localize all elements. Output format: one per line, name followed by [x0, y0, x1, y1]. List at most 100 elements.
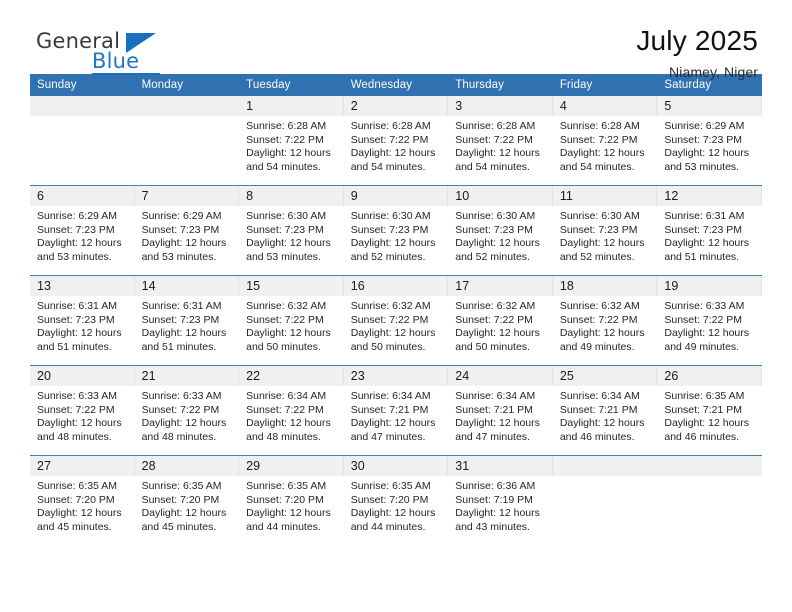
sunrise-text: Sunrise: 6:32 AM	[559, 300, 640, 312]
sunrise-text: Sunrise: 6:33 AM	[37, 390, 117, 402]
sunrise-text: Sunrise: 6:28 AM	[246, 120, 327, 132]
daylight-text: Daylight: 12 hours and 53 minutes.	[664, 147, 750, 173]
day-cell-content: 11 Sunrise: 6:30 AM Sunset: 7:23 PM Dayligh…	[552, 186, 658, 275]
sunset-text: Sunset: 7:23 PM	[559, 223, 638, 236]
day-details: Sunrise: 6:28 AM Sunset: 7:22 PM Daylight:…	[448, 116, 553, 174]
day-cell-content: 28 Sunrise: 6:35 AM Sunset: 7:20 PM Dayligh…	[134, 456, 240, 545]
calendar-day-cell[interactable]: 23 Sunrise: 6:34 AM Sunset: 7:21 PM Dayligh…	[343, 365, 449, 456]
weekday-header-thursday: Thursday	[448, 74, 553, 96]
day-details: Sunrise: 6:35 AM Sunset: 7:20 PM Daylight:…	[135, 476, 240, 534]
calendar-day-cell[interactable]: 16 Sunrise: 6:32 AM Sunset: 7:22 PM Dayligh…	[343, 275, 449, 366]
calendar-day-cell[interactable]: 4 Sunrise: 6:28 AM Sunset: 7:22 PM Daylight…	[552, 96, 658, 186]
sunset-text: Sunset: 7:22 PM	[350, 313, 429, 326]
calendar-day-cell[interactable]: 1 Sunrise: 6:28 AM Sunset: 7:22 PM Daylight…	[239, 96, 344, 186]
day-cell-content: 30 Sunrise: 6:35 AM Sunset: 7:20 PM Dayligh…	[343, 456, 449, 545]
calendar-week-row: 1 Sunrise: 6:28 AM Sunset: 7:22 PM Daylight…	[30, 96, 762, 186]
sunset-text: Sunset: 7:22 PM	[246, 313, 324, 326]
day-details: Sunrise: 6:32 AM Sunset: 7:22 PM Daylight:…	[448, 296, 553, 354]
daylight-text: Daylight: 12 hours and 46 minutes.	[664, 417, 750, 443]
day-details: Sunrise: 6:28 AM Sunset: 7:22 PM Daylight:…	[553, 116, 658, 174]
daylight-text: Daylight: 12 hours and 52 minutes.	[559, 237, 645, 263]
day-cell-empty	[134, 96, 240, 185]
sunrise-text: Sunrise: 6:36 AM	[455, 480, 536, 492]
logo-underline	[92, 73, 160, 75]
calendar-day-cell	[657, 455, 762, 545]
sunrise-text: Sunrise: 6:33 AM	[141, 390, 222, 402]
sunrise-text: Sunrise: 6:30 AM	[350, 210, 431, 222]
daylight-text: Daylight: 12 hours and 50 minutes.	[246, 327, 331, 353]
day-number	[134, 96, 240, 116]
calendar-page: General Blue July 2025 Niamey, Niger Sun…	[0, 0, 792, 612]
calendar-day-cell[interactable]: 8 Sunrise: 6:30 AM Sunset: 7:23 PM Daylight…	[239, 185, 344, 276]
daylight-text: Daylight: 12 hours and 45 minutes.	[141, 507, 227, 533]
calendar-day-cell[interactable]: 27 Sunrise: 6:35 AM Sunset: 7:20 PM Dayligh…	[30, 455, 135, 545]
calendar-week-row: 13 Sunrise: 6:31 AM Sunset: 7:23 PM Dayligh…	[30, 275, 762, 366]
day-cell-content: 8 Sunrise: 6:30 AM Sunset: 7:23 PM Daylight…	[239, 186, 344, 275]
day-number: 31	[448, 456, 553, 476]
day-number: 24	[448, 366, 553, 386]
day-number: 22	[239, 366, 344, 386]
sunrise-text: Sunrise: 6:35 AM	[350, 480, 431, 492]
day-number: 20	[30, 366, 135, 386]
daylight-text: Daylight: 12 hours and 50 minutes.	[455, 327, 540, 353]
day-cell-content: 9 Sunrise: 6:30 AM Sunset: 7:23 PM Daylight…	[343, 186, 449, 275]
day-cell-content: 10 Sunrise: 6:30 AM Sunset: 7:23 PM Dayligh…	[448, 186, 553, 275]
day-cell-content: 15 Sunrise: 6:32 AM Sunset: 7:22 PM Dayligh…	[239, 276, 344, 365]
day-number	[657, 456, 762, 476]
day-number: 19	[657, 276, 762, 296]
logo-text-blue: Blue	[92, 49, 140, 73]
calendar-day-cell[interactable]: 9 Sunrise: 6:30 AM Sunset: 7:23 PM Daylight…	[343, 185, 449, 276]
calendar-day-cell[interactable]: 29 Sunrise: 6:35 AM Sunset: 7:20 PM Dayligh…	[239, 455, 344, 545]
daylight-text: Daylight: 12 hours and 51 minutes.	[664, 237, 750, 263]
calendar-day-cell[interactable]: 21 Sunrise: 6:33 AM Sunset: 7:22 PM Dayligh…	[134, 365, 240, 456]
calendar-day-cell[interactable]: 13 Sunrise: 6:31 AM Sunset: 7:23 PM Dayligh…	[30, 275, 135, 366]
day-details: Sunrise: 6:29 AM Sunset: 7:23 PM Daylight:…	[657, 116, 762, 174]
calendar-day-cell[interactable]: 7 Sunrise: 6:29 AM Sunset: 7:23 PM Daylight…	[134, 185, 240, 276]
calendar-day-cell[interactable]: 18 Sunrise: 6:32 AM Sunset: 7:22 PM Dayligh…	[552, 275, 658, 366]
day-number: 4	[552, 96, 658, 116]
sunset-text: Sunset: 7:19 PM	[455, 493, 533, 506]
day-cell-content: 17 Sunrise: 6:32 AM Sunset: 7:22 PM Dayligh…	[448, 276, 553, 365]
sunset-text: Sunset: 7:23 PM	[664, 223, 743, 236]
daylight-text: Daylight: 12 hours and 54 minutes.	[350, 147, 436, 173]
calendar-day-cell[interactable]: 26 Sunrise: 6:35 AM Sunset: 7:21 PM Dayligh…	[657, 365, 762, 456]
calendar-day-cell[interactable]: 6 Sunrise: 6:29 AM Sunset: 7:23 PM Daylight…	[30, 185, 135, 276]
day-number: 2	[343, 96, 449, 116]
day-number: 28	[134, 456, 240, 476]
calendar-week-row: 20 Sunrise: 6:33 AM Sunset: 7:22 PM Dayligh…	[30, 365, 762, 456]
calendar-day-cell[interactable]: 5 Sunrise: 6:29 AM Sunset: 7:23 PM Daylight…	[657, 96, 762, 186]
calendar-day-cell[interactable]: 14 Sunrise: 6:31 AM Sunset: 7:23 PM Dayligh…	[134, 275, 240, 366]
calendar-day-cell[interactable]: 19 Sunrise: 6:33 AM Sunset: 7:22 PM Dayligh…	[657, 275, 762, 366]
calendar-day-cell[interactable]: 30 Sunrise: 6:35 AM Sunset: 7:20 PM Dayligh…	[343, 455, 449, 545]
sunset-text: Sunset: 7:21 PM	[664, 403, 743, 416]
calendar-day-cell[interactable]: 3 Sunrise: 6:28 AM Sunset: 7:22 PM Daylight…	[448, 96, 553, 186]
calendar-day-cell[interactable]: 10 Sunrise: 6:30 AM Sunset: 7:23 PM Dayligh…	[448, 185, 553, 276]
daylight-text: Daylight: 12 hours and 47 minutes.	[455, 417, 540, 443]
calendar-day-cell[interactable]: 24 Sunrise: 6:34 AM Sunset: 7:21 PM Dayligh…	[448, 365, 553, 456]
daylight-text: Daylight: 12 hours and 51 minutes.	[37, 327, 122, 353]
calendar-day-cell[interactable]: 11 Sunrise: 6:30 AM Sunset: 7:23 PM Dayligh…	[552, 185, 658, 276]
weekday-header-monday: Monday	[134, 74, 240, 96]
day-cell-content: 13 Sunrise: 6:31 AM Sunset: 7:23 PM Dayligh…	[30, 276, 135, 365]
calendar-day-cell[interactable]: 2 Sunrise: 6:28 AM Sunset: 7:22 PM Daylight…	[343, 96, 449, 186]
day-details: Sunrise: 6:31 AM Sunset: 7:23 PM Daylight:…	[135, 296, 240, 354]
day-cell-content: 25 Sunrise: 6:34 AM Sunset: 7:21 PM Dayligh…	[552, 366, 658, 455]
calendar-day-cell[interactable]: 17 Sunrise: 6:32 AM Sunset: 7:22 PM Dayligh…	[448, 275, 553, 366]
calendar-day-cell[interactable]: 31 Sunrise: 6:36 AM Sunset: 7:19 PM Dayligh…	[448, 455, 553, 545]
calendar-day-cell[interactable]: 28 Sunrise: 6:35 AM Sunset: 7:20 PM Dayligh…	[134, 455, 240, 545]
day-cell-content: 2 Sunrise: 6:28 AM Sunset: 7:22 PM Daylight…	[343, 96, 449, 185]
calendar-day-cell[interactable]: 22 Sunrise: 6:34 AM Sunset: 7:22 PM Dayligh…	[239, 365, 344, 456]
daylight-text: Daylight: 12 hours and 44 minutes.	[246, 507, 331, 533]
calendar-day-cell[interactable]: 15 Sunrise: 6:32 AM Sunset: 7:22 PM Dayligh…	[239, 275, 344, 366]
calendar-day-cell[interactable]: 20 Sunrise: 6:33 AM Sunset: 7:22 PM Dayligh…	[30, 365, 135, 456]
day-cell-content: 14 Sunrise: 6:31 AM Sunset: 7:23 PM Dayligh…	[134, 276, 240, 365]
sunset-text: Sunset: 7:20 PM	[37, 493, 115, 506]
daylight-text: Daylight: 12 hours and 53 minutes.	[141, 237, 227, 263]
sunset-text: Sunset: 7:20 PM	[246, 493, 324, 506]
calendar-day-cell[interactable]: 12 Sunrise: 6:31 AM Sunset: 7:23 PM Dayligh…	[657, 185, 762, 276]
day-number: 9	[343, 186, 449, 206]
logo-general-blue[interactable]: General Blue	[30, 26, 210, 76]
calendar-day-cell[interactable]: 25 Sunrise: 6:34 AM Sunset: 7:21 PM Dayligh…	[552, 365, 658, 456]
day-details: Sunrise: 6:29 AM Sunset: 7:23 PM Daylight:…	[30, 206, 135, 264]
daylight-text: Daylight: 12 hours and 47 minutes.	[350, 417, 436, 443]
